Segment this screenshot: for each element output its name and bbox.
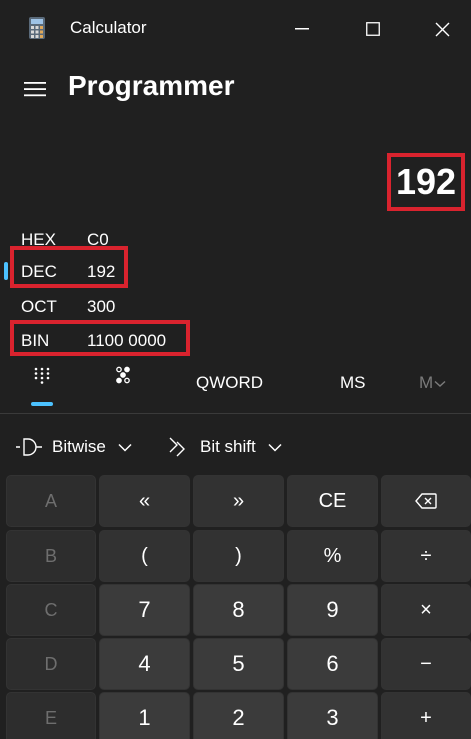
bit-toggling-keypad-tab[interactable]	[105, 366, 141, 404]
page-title: Programmer	[68, 70, 235, 101]
memory-store-button[interactable]: MS	[340, 373, 366, 393]
bitshift-dropdown[interactable]: Bit shift	[168, 432, 282, 462]
radix-label-oct: OCT	[21, 297, 57, 316]
key-hex-e[interactable]: E	[6, 692, 96, 739]
title-bar: Calculator	[0, 0, 471, 58]
key-clear-entry[interactable]: CE	[287, 475, 378, 527]
calculator-window: Calculator Programmer 192 HEX C0 DEC 192…	[0, 0, 471, 739]
key-3[interactable]: 3	[287, 692, 378, 739]
navigation-menu-button[interactable]	[18, 74, 52, 104]
key-9[interactable]: 9	[287, 584, 378, 636]
app-title: Calculator	[70, 18, 147, 37]
key-multiply[interactable]: ×	[381, 584, 471, 636]
keypad-dots-icon	[34, 367, 50, 384]
key-8[interactable]: 8	[193, 584, 284, 636]
minimize-icon	[295, 28, 309, 30]
key-hex-c[interactable]: C	[6, 584, 96, 636]
active-tab-indicator	[31, 402, 53, 406]
memory-dropdown-button[interactable]: M	[419, 373, 446, 393]
bitwise-label: Bitwise	[52, 437, 106, 456]
key-7[interactable]: 7	[99, 584, 190, 636]
key-subtract[interactable]: −	[381, 638, 471, 690]
key-2[interactable]: 2	[193, 692, 284, 739]
maximize-button[interactable]	[350, 13, 396, 45]
minimize-button[interactable]	[279, 13, 325, 45]
radix-value-oct: 300	[87, 297, 116, 316]
word-size-button[interactable]: QWORD	[196, 373, 263, 393]
key-right-shift[interactable]: »	[193, 475, 284, 527]
radix-row-oct[interactable]: OCT 300	[0, 288, 300, 322]
key-hex-a[interactable]: A	[6, 475, 96, 527]
calculator-icon	[29, 17, 45, 39]
key-backspace[interactable]	[381, 475, 471, 527]
result-display: 192	[387, 153, 465, 211]
key-close-paren[interactable]: )	[193, 530, 284, 582]
chevron-down-icon	[118, 443, 132, 452]
bit-toggle-dots-icon	[116, 366, 130, 384]
key-hex-d[interactable]: D	[6, 638, 96, 690]
close-icon	[435, 22, 449, 36]
key-divide[interactable]: ÷	[381, 530, 471, 582]
logic-gate-icon	[16, 437, 42, 457]
memory-dropdown-label: M	[419, 373, 434, 392]
bitwise-dropdown[interactable]: Bitwise	[16, 432, 132, 462]
full-keypad-tab[interactable]	[24, 366, 60, 404]
key-hex-b[interactable]: B	[6, 530, 96, 582]
hamburger-menu-icon	[24, 82, 46, 97]
backspace-icon	[415, 493, 437, 509]
key-left-shift[interactable]: «	[99, 475, 190, 527]
bitshift-label: Bit shift	[200, 437, 256, 456]
key-1[interactable]: 1	[99, 692, 190, 739]
key-5[interactable]: 5	[193, 638, 284, 690]
key-6[interactable]: 6	[287, 638, 378, 690]
highlight-box-dec	[10, 246, 128, 288]
close-button[interactable]	[419, 13, 465, 45]
chevron-down-icon	[434, 380, 446, 387]
key-add[interactable]: +	[381, 692, 471, 739]
key-4[interactable]: 4	[99, 638, 190, 690]
divider	[0, 413, 471, 414]
highlight-box-bin	[10, 320, 190, 356]
maximize-icon	[366, 22, 380, 36]
key-modulo[interactable]: %	[287, 530, 378, 582]
chevron-down-icon	[268, 443, 282, 452]
key-open-paren[interactable]: (	[99, 530, 190, 582]
bit-shift-icon	[168, 436, 190, 458]
